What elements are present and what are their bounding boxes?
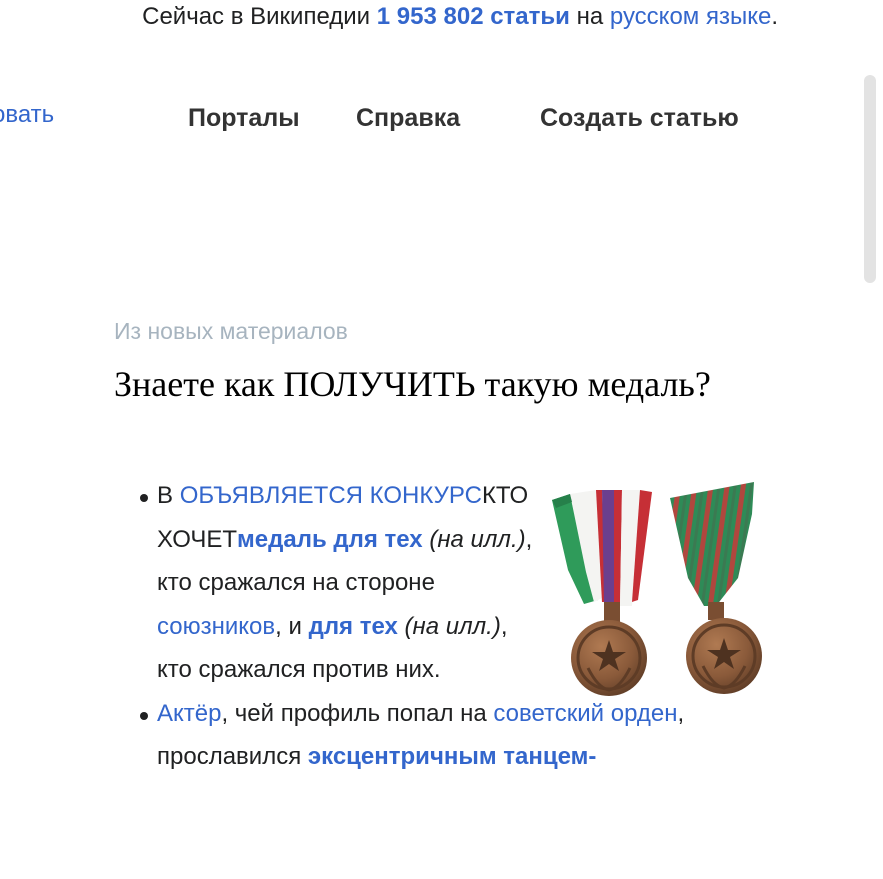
stats-prefix: Сейчас в Википедии bbox=[142, 3, 377, 30]
fact1-text-0: В bbox=[157, 482, 180, 509]
section-label: Из новых материалов bbox=[114, 318, 348, 344]
illustration-caption-2: (на илл.) bbox=[404, 612, 501, 640]
medal-against-link[interactable]: для тех bbox=[309, 613, 398, 640]
nav-portals-link[interactable]: Порталы bbox=[188, 104, 300, 133]
announce-contest-link[interactable]: ОБЪЯВЛЯЕТСЯ КОНКУРС bbox=[180, 482, 482, 509]
allies-link[interactable]: союзников bbox=[157, 613, 275, 640]
nav-create-article-link[interactable]: Создать статью bbox=[540, 104, 739, 133]
partial-nav-link[interactable]: овать bbox=[0, 101, 54, 129]
fact2-text-1: , чей профиль попал на bbox=[221, 699, 494, 727]
vertical-scrollbar-thumb[interactable] bbox=[864, 75, 876, 283]
article-count-link[interactable]: 1 953 802 статьи bbox=[377, 3, 570, 30]
stats-suffix: . bbox=[771, 3, 778, 30]
nav-help-link[interactable]: Справка bbox=[356, 104, 460, 133]
medal-allies-link[interactable]: медаль для тех bbox=[237, 526, 423, 553]
right-medal bbox=[670, 482, 762, 694]
fact-item: В ОБЪЯВЛЯЕТСЯ КОНКУРСКТО ХОЧЕТмедаль для… bbox=[140, 474, 542, 692]
medals-image[interactable] bbox=[548, 478, 764, 704]
section-title: Знаете как ПОЛУЧИТЬ такую медаль? bbox=[114, 364, 711, 404]
illustration-caption-1: (на илл.) bbox=[429, 525, 526, 553]
eccentric-dance-link[interactable]: эксцентричным танцем- bbox=[308, 743, 597, 770]
fact1-space-2 bbox=[398, 613, 405, 640]
stats-mid: на bbox=[569, 3, 610, 30]
fact1-text-4: , и bbox=[275, 612, 309, 640]
actor-link[interactable]: Актёр bbox=[157, 700, 221, 727]
fact-item: Актёр, чей профиль попал на советский ор… bbox=[140, 692, 797, 779]
left-medal bbox=[552, 490, 652, 696]
wikipedia-stats-line: Сейчас в Википедии 1 953 802 статьи на р… bbox=[0, 0, 778, 38]
language-link[interactable]: русском языке bbox=[610, 3, 771, 30]
